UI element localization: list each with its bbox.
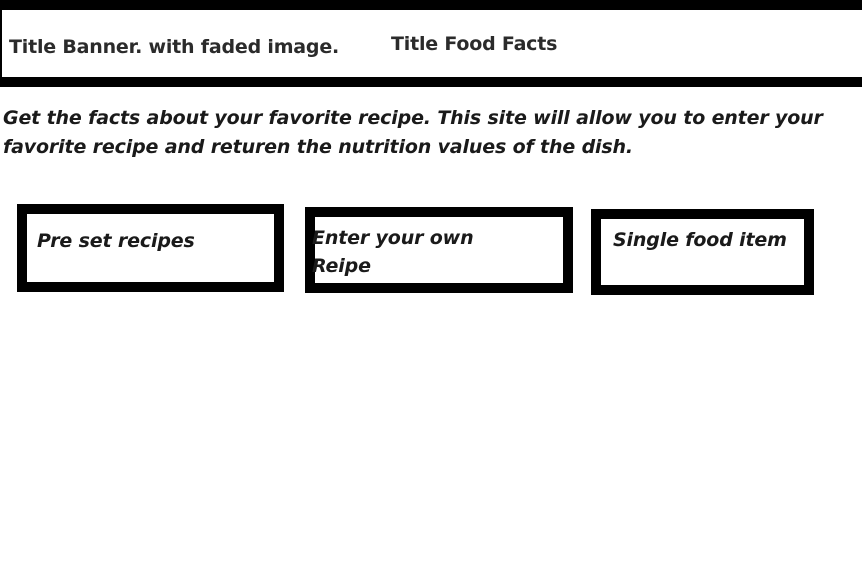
intro-text: Get the facts about your favorite recipe…	[3, 107, 823, 158]
title-banner: Title Banner. with faded image. Title Fo…	[0, 0, 862, 87]
single-food-item-label: Single food item	[613, 229, 787, 251]
banner-placeholder-note: Title Banner. with faded image.	[9, 36, 340, 58]
enter-own-recipe-label: Enter your own Reipe	[312, 227, 474, 277]
preset-recipes-button[interactable]: Pre set recipes	[17, 204, 284, 292]
single-food-item-button[interactable]: Single food item	[591, 209, 814, 295]
page-title: Title Food Facts	[391, 33, 558, 55]
enter-own-recipe-button[interactable]: Enter your own Reipe	[305, 207, 573, 293]
preset-recipes-label: Pre set recipes	[37, 230, 195, 252]
